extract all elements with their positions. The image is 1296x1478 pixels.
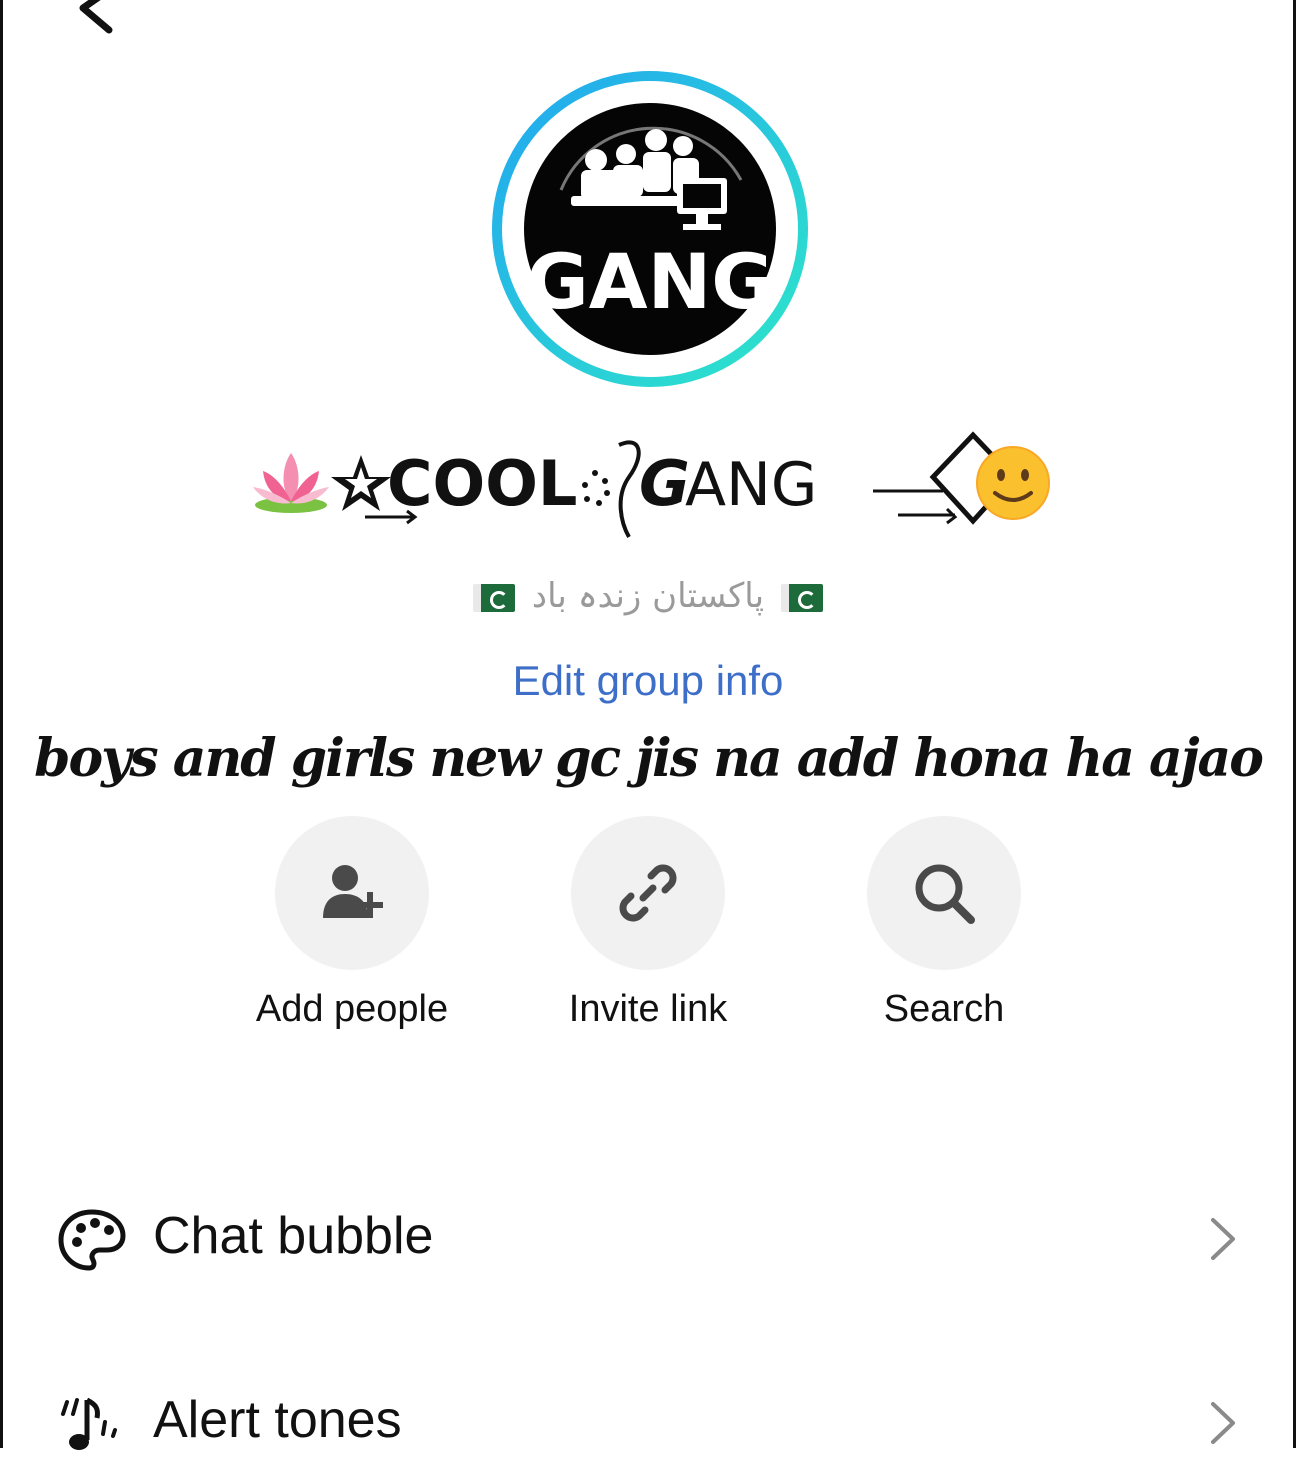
edit-group-info-link[interactable]: Edit group info bbox=[3, 657, 1293, 705]
pakistan-flag-icon bbox=[780, 583, 823, 612]
invite-link-button[interactable]: Invite link bbox=[518, 816, 778, 1031]
group-name: COOL G ANG bbox=[243, 425, 1063, 545]
alert-tones-row[interactable]: Alert tones bbox=[3, 1368, 1293, 1478]
chevron-right-icon bbox=[1211, 1402, 1235, 1444]
add-people-circle[interactable] bbox=[275, 816, 429, 970]
invite-link-label: Invite link bbox=[568, 988, 728, 1030]
back-button[interactable] bbox=[65, 0, 125, 42]
search-button[interactable]: Search bbox=[814, 816, 1074, 1031]
avatar-text: GANG bbox=[526, 237, 773, 326]
palette-icon bbox=[58, 1209, 126, 1271]
search-label: Search bbox=[883, 988, 1005, 1030]
add-people-label: Add people bbox=[255, 988, 449, 1030]
search-icon bbox=[915, 864, 975, 924]
add-person-icon bbox=[323, 865, 383, 918]
add-people-button[interactable]: Add people bbox=[222, 816, 482, 1031]
group-name-part-1: COOL bbox=[387, 447, 577, 520]
link-icon bbox=[619, 864, 677, 922]
smiley-icon bbox=[976, 446, 1050, 520]
group-name-part-2: G bbox=[639, 447, 690, 520]
alert-tones-label: Alert tones bbox=[153, 1391, 402, 1449]
group-description: boys and girls new gc jis na add hona ha… bbox=[34, 728, 1264, 789]
star-icon bbox=[331, 455, 391, 511]
avatar-image: GANG bbox=[492, 71, 808, 387]
chat-bubble-label: Chat bubble bbox=[153, 1207, 434, 1265]
group-subtitle: پاکستان زندہ باد bbox=[3, 575, 1293, 616]
search-circle[interactable] bbox=[867, 816, 1021, 970]
group-avatar[interactable]: GANG bbox=[491, 70, 809, 388]
svg-text:ANG: ANG bbox=[685, 450, 817, 520]
invite-link-circle[interactable] bbox=[571, 816, 725, 970]
ornament-icon bbox=[582, 440, 641, 538]
chevron-right-icon bbox=[1211, 1218, 1235, 1260]
chevron-left-icon bbox=[79, 0, 113, 34]
chat-bubble-row[interactable]: Chat bubble bbox=[3, 1184, 1293, 1294]
pakistan-flag-icon bbox=[473, 583, 516, 612]
subtitle-text: پاکستان زندہ باد bbox=[531, 576, 765, 616]
lotus-icon bbox=[253, 453, 329, 513]
music-note-icon bbox=[61, 1397, 117, 1450]
